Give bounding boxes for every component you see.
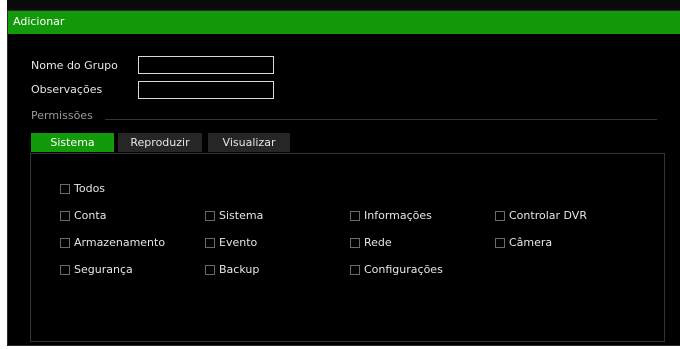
- checkbox-armazenamento[interactable]: Armazenamento: [60, 236, 165, 249]
- checkbox-controlar-dvr-label: Controlar DVR: [509, 209, 587, 222]
- checkbox-armazenamento-box[interactable]: [60, 237, 70, 248]
- checkbox-seguranca-label: Segurança: [74, 263, 133, 276]
- checkbox-camera[interactable]: Câmera: [495, 236, 552, 249]
- dialog-title: Adicionar: [13, 15, 65, 28]
- checkbox-backup-box[interactable]: [205, 264, 215, 275]
- checkbox-todos-box[interactable]: [60, 183, 70, 194]
- checkbox-sistema-box[interactable]: [205, 210, 215, 221]
- checkbox-armazenamento-label: Armazenamento: [74, 236, 166, 249]
- checkbox-sistema[interactable]: Sistema: [205, 209, 263, 222]
- tab-reproduzir[interactable]: Reproduzir: [118, 133, 202, 152]
- group-name-label: Nome do Grupo: [31, 59, 118, 72]
- section-divider: [105, 119, 657, 120]
- checkbox-controlar-dvr-box[interactable]: [495, 210, 505, 221]
- checkbox-rede[interactable]: Rede: [350, 236, 392, 249]
- permissions-panel: Todos Conta Sistema Informações Controla…: [30, 153, 665, 342]
- group-name-input[interactable]: [138, 56, 274, 74]
- checkbox-todos[interactable]: Todos: [60, 182, 105, 195]
- dialog-titlebar: Adicionar: [8, 11, 680, 34]
- checkbox-evento-box[interactable]: [205, 237, 215, 248]
- checkbox-rede-label: Rede: [364, 236, 392, 249]
- checkbox-conta-label: Conta: [74, 209, 107, 222]
- tab-visualizar[interactable]: Visualizar: [208, 133, 290, 152]
- checkbox-camera-box[interactable]: [495, 237, 505, 248]
- checkbox-rede-box[interactable]: [350, 237, 360, 248]
- checkbox-informacoes-label: Informações: [364, 209, 432, 222]
- checkbox-conta-box[interactable]: [60, 210, 70, 221]
- notes-input[interactable]: [138, 81, 274, 99]
- tab-sistema[interactable]: Sistema: [31, 133, 114, 152]
- checkbox-seguranca-box[interactable]: [60, 264, 70, 275]
- permissions-section-label: Permissões: [31, 109, 93, 122]
- checkbox-evento-label: Evento: [219, 236, 258, 249]
- checkbox-evento[interactable]: Evento: [205, 236, 257, 249]
- notes-label: Observações: [31, 83, 103, 96]
- checkbox-seguranca[interactable]: Segurança: [60, 263, 133, 276]
- checkbox-informacoes-box[interactable]: [350, 210, 360, 221]
- checkbox-backup[interactable]: Backup: [205, 263, 259, 276]
- checkbox-sistema-label: Sistema: [219, 209, 264, 222]
- checkbox-configuracoes-box[interactable]: [350, 264, 360, 275]
- checkbox-camera-label: Câmera: [509, 236, 553, 249]
- checkbox-configuracoes-label: Configurações: [364, 263, 443, 276]
- checkbox-controlar-dvr[interactable]: Controlar DVR: [495, 209, 587, 222]
- background-menu-strip: [7, 0, 680, 10]
- checkbox-informacoes[interactable]: Informações: [350, 209, 432, 222]
- checkbox-configuracoes[interactable]: Configurações: [350, 263, 443, 276]
- checkbox-conta[interactable]: Conta: [60, 209, 106, 222]
- checkbox-todos-label: Todos: [74, 182, 106, 195]
- add-group-dialog: Adicionar Nome do Grupo Observações Perm…: [7, 10, 680, 346]
- checkbox-backup-label: Backup: [219, 263, 260, 276]
